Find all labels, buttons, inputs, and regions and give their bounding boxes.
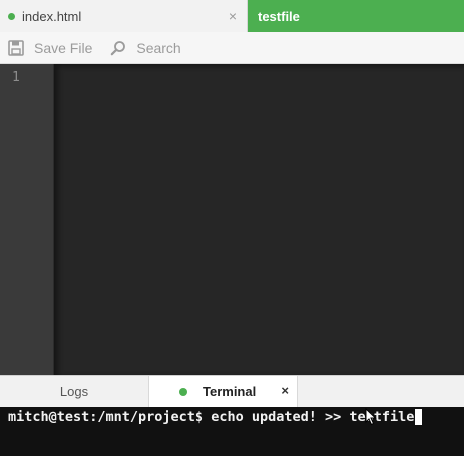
line-number-gutter: 1 [0, 64, 54, 375]
search-icon [111, 40, 126, 55]
file-tab-bar: index.html × testfile [0, 0, 464, 32]
search-label: Search [136, 39, 181, 56]
terminal-command: echo updated! >> testfile [203, 409, 415, 425]
text-cursor [415, 409, 423, 425]
code-editor[interactable] [54, 64, 464, 375]
tab-index-html[interactable]: index.html × [0, 0, 248, 32]
search-button[interactable]: Search [110, 39, 181, 56]
panel-tab-bar: Logs Terminal × [0, 375, 464, 407]
terminal-line: mitch@test:/mnt/project$ echo updated! >… [8, 409, 423, 425]
tab-testfile[interactable]: testfile [248, 0, 464, 32]
tab-terminal[interactable]: Terminal × [148, 376, 298, 407]
save-file-label: Save File [34, 39, 93, 56]
tab-terminal-label: Terminal [203, 384, 257, 399]
editor-app: index.html × testfile Save File Search 1 [0, 0, 464, 456]
save-file-button[interactable]: Save File [8, 40, 92, 56]
terminal[interactable]: mitch@test:/mnt/project$ echo updated! >… [0, 407, 464, 456]
tab-label: testfile [258, 8, 300, 24]
line-number: 1 [12, 70, 20, 85]
tab-logs-label: Logs [59, 384, 89, 399]
tab-label: index.html [22, 8, 82, 24]
toolbar: Save File Search [0, 32, 464, 64]
close-terminal-icon[interactable]: × [281, 383, 289, 398]
modified-dot-icon [8, 12, 15, 20]
tab-logs[interactable]: Logs [0, 376, 148, 407]
save-icon [8, 39, 24, 56]
close-tab-icon[interactable]: × [229, 8, 237, 24]
active-dot-icon [179, 387, 187, 396]
mouse-cursor-icon [365, 408, 377, 426]
terminal-prompt: mitch@test:/mnt/project$ [8, 409, 204, 425]
